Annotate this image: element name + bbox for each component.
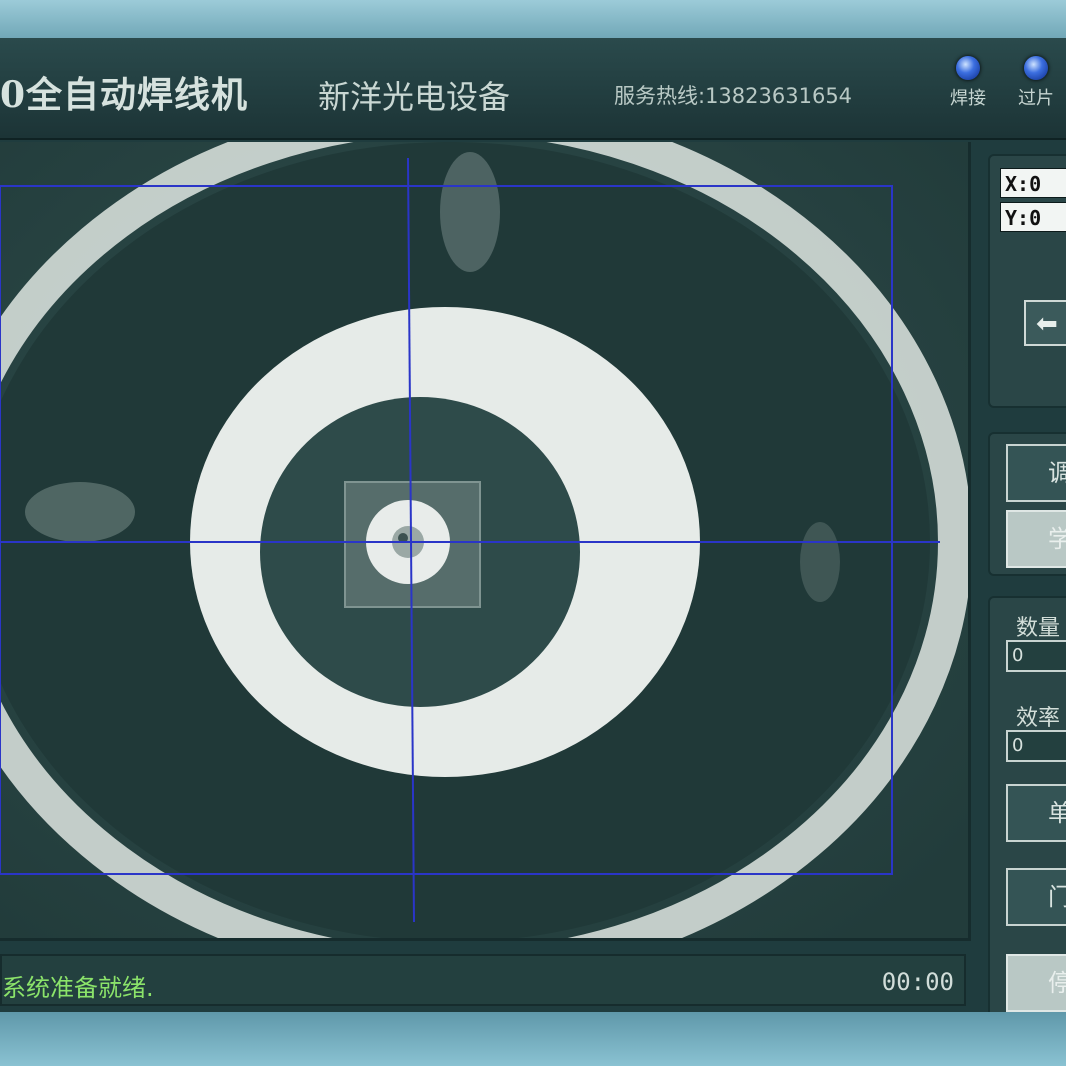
status-message: 系统准备就绪. [2,974,154,1002]
camera-image [0,142,968,938]
status-bar: 系统准备就绪. 00:00 [0,954,966,1006]
production-group: 数量 0 效率 0 单 门 停 [988,596,1066,1020]
move-left-button[interactable]: ⬅ [1024,300,1066,346]
monitor-bezel-top [0,0,1066,40]
adjust-button[interactable]: 调 [1006,444,1066,502]
y-coordinate: Y:0 [1000,202,1066,232]
app-window: 0全自动焊线机 新洋光电设备 服务热线:13823631654 焊接 过片 X:… [0,38,1066,1020]
monitor-bezel-bottom [0,1012,1066,1066]
door-button[interactable]: 门 [1006,868,1066,926]
quantity-field[interactable]: 0 [1006,640,1066,672]
title-bar: 0全自动焊线机 新洋光电设备 服务热线:13823631654 焊接 过片 [0,38,1066,140]
efficiency-label: 效率 [1016,706,1061,731]
position-group: X:0 Y:0 ⬅ [988,154,1066,408]
pass-led-icon [1024,56,1048,80]
stop-button[interactable]: 停 [1006,954,1066,1012]
app-title: 0全自动焊线机 [0,74,249,116]
weld-indicator-label: 焊接 [950,88,986,109]
elapsed-timer: 00:00 [881,968,954,996]
single-step-button[interactable]: 单 [1006,784,1066,842]
weld-indicator: 焊接 [938,56,998,110]
company-name: 新洋光电设备 [318,78,511,116]
pass-indicator-label: 过片 [1018,88,1054,109]
efficiency-field[interactable]: 0 [1006,730,1066,762]
mode-group: 调 学 [988,432,1066,576]
x-coordinate: X:0 [1000,168,1066,198]
weld-led-icon [956,56,980,80]
learn-button[interactable]: 学 [1006,510,1066,568]
pass-indicator: 过片 [1006,56,1066,110]
arrow-left-icon: ⬅ [1036,309,1058,339]
service-hotline: 服务热线:13823631654 [614,84,853,108]
camera-view[interactable] [0,142,971,941]
quantity-label: 数量 [1016,616,1061,641]
